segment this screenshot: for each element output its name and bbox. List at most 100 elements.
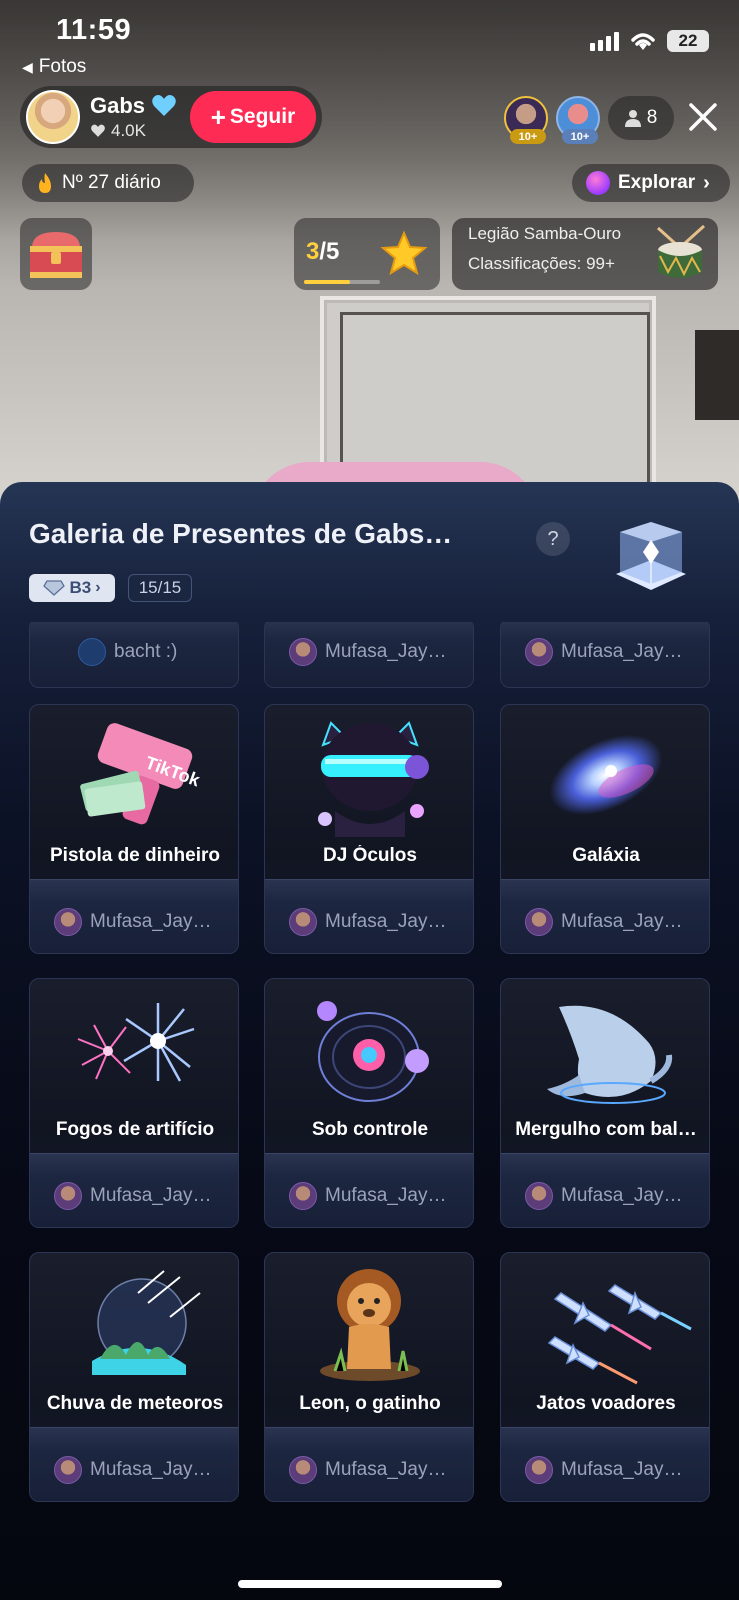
explore-button[interactable]: Explorar › — [572, 164, 730, 202]
gift-card[interactable]: Mergulho com bal… Mufasa_Jay… — [500, 978, 710, 1228]
sender-name: Mufasa_Jay… — [90, 1185, 212, 1206]
status-icons: 22 — [590, 30, 709, 52]
progress-current: 3 — [306, 238, 320, 265]
progress-track — [304, 280, 380, 284]
cell-signal-icon — [590, 31, 619, 51]
heart-icon — [91, 124, 105, 137]
gift-sender-bar: Mufasa_Jay… — [265, 1153, 473, 1227]
flame-icon — [39, 173, 51, 193]
gift-name: Leon, o gatinho — [299, 1393, 441, 1414]
chevron-right-icon: › — [703, 171, 710, 194]
gift-sender-bar: Mufasa_Jay… — [501, 879, 709, 953]
sender-name: Mufasa_Jay… — [561, 641, 683, 662]
top-viewer-avatar-2[interactable]: 10+ — [556, 96, 600, 144]
gift-sender: Mufasa_Jay… — [525, 1182, 682, 1210]
gift-sender: Mufasa_Jay… — [525, 908, 682, 936]
gift-sender-bar: Mufasa_Jay… — [501, 622, 709, 687]
gift-card[interactable]: Sob controle Mufasa_Jay… — [264, 978, 474, 1228]
star-icon — [380, 230, 428, 276]
status-time: 11:59 — [56, 14, 132, 46]
gift-card[interactable]: Leon, o gatinho Mufasa_Jay… — [264, 1252, 474, 1502]
gift-card-partial-3[interactable]: Mufasa_Jay… — [500, 622, 710, 688]
follow-button[interactable]: + Seguir — [190, 91, 316, 143]
gift-card[interactable]: Chuva de meteoros Mufasa_Jay… — [29, 1252, 239, 1502]
galaxy-icon — [549, 735, 663, 815]
host-avatar[interactable] — [26, 90, 80, 144]
sender-avatar — [525, 1182, 553, 1210]
sender-name: Mufasa_Jay… — [90, 911, 212, 932]
gift-sender: Mufasa_Jay… — [525, 1456, 682, 1484]
gift-card[interactable]: DJ Óculos Mufasa_Jay… — [264, 704, 474, 954]
sender-avatar — [54, 1182, 82, 1210]
daily-rank-pill[interactable]: Nº 27 diário — [22, 164, 194, 202]
gift-sender: Mufasa_Jay… — [525, 638, 682, 666]
task-progress-widget[interactable]: 3/5 — [294, 218, 440, 290]
legion-rank: Classificações: 99+ — [468, 254, 615, 273]
lion-cub-icon — [320, 1269, 420, 1381]
gift-sender-bar: Mufasa_Jay… — [30, 879, 238, 953]
sender-name: bacht :) — [114, 641, 178, 662]
sender-avatar — [78, 638, 106, 666]
back-app-label: Fotos — [38, 56, 87, 77]
drum-icon — [656, 224, 706, 278]
help-button[interactable]: ? — [536, 522, 570, 556]
gift-name: Chuva de meteoros — [46, 1393, 224, 1414]
crystal-cube-icon — [616, 522, 686, 590]
treasure-chest-icon — [30, 232, 82, 278]
battery-icon: 22 — [667, 30, 709, 52]
gift-name: Galáxia — [572, 845, 640, 866]
sender-name: Mufasa_Jay… — [325, 1459, 447, 1480]
gift-sender-bar: Mufasa_Jay… — [30, 1153, 238, 1227]
gift-sender: Mufasa_Jay… — [54, 908, 211, 936]
progress-fill — [304, 280, 350, 284]
gift-card[interactable]: TikTok Pistola de dinheiro Mufasa_Jay… — [29, 704, 239, 954]
gift-sender: Mufasa_Jay… — [54, 1182, 211, 1210]
gift-sender: Mufasa_Jay… — [289, 1182, 446, 1210]
sender-avatar — [289, 1456, 317, 1484]
treasure-chest-button[interactable] — [20, 218, 92, 290]
progress-counter: 3/5 — [306, 238, 339, 266]
close-icon[interactable] — [686, 100, 720, 134]
meteor-shower-icon — [92, 1270, 201, 1375]
top-viewer-avatar-1[interactable]: 10+ — [504, 96, 548, 144]
progress-total: /5 — [319, 238, 340, 265]
gift-card[interactable]: Jatos voadores Mufasa_Jay… — [500, 1252, 710, 1502]
jets-icon — [547, 1284, 692, 1385]
gift-card[interactable]: Fogos de artifício Mufasa_Jay… — [29, 978, 239, 1228]
sender-avatar — [525, 1456, 553, 1484]
gallery-level-badge[interactable]: B3 › — [29, 574, 115, 602]
gift-name: Sob controle — [311, 1119, 429, 1140]
sender-avatar — [525, 638, 553, 666]
sender-name: Mufasa_Jay… — [561, 1185, 683, 1206]
gift-sender-bar: Mufasa_Jay… — [265, 1427, 473, 1501]
gift-sender: Mufasa_Jay… — [289, 908, 446, 936]
fireworks-icon — [77, 1003, 195, 1082]
sender-name: Mufasa_Jay… — [325, 641, 447, 662]
sender-name: Mufasa_Jay… — [325, 1185, 447, 1206]
gift-card[interactable]: Galáxia Mufasa_Jay… — [500, 704, 710, 954]
viewer-level-badge-2: 10+ — [562, 129, 598, 144]
back-to-app-link[interactable]: ◀ Fotos — [22, 56, 86, 78]
gift-card-partial-1[interactable]: bacht :) — [29, 622, 239, 688]
whale-icon — [547, 1005, 673, 1104]
gift-name: DJ Óculos — [323, 845, 417, 866]
diamond-icon — [43, 580, 66, 596]
gift-card-partial-2[interactable]: Mufasa_Jay… — [264, 622, 474, 688]
host-name-row: Gabs — [90, 93, 177, 119]
sender-name: Mufasa_Jay… — [561, 911, 683, 932]
money-gun-icon: TikTok — [80, 723, 203, 825]
viewer-count-button[interactable]: 8 — [608, 96, 674, 140]
blue-heart-icon — [152, 95, 176, 116]
gift-sender-bar: Mufasa_Jay… — [501, 1153, 709, 1227]
home-indicator[interactable] — [238, 1580, 502, 1588]
chevron-right-icon: › — [95, 579, 101, 596]
gallery-level: B3 — [69, 578, 92, 597]
sender-name: Mufasa_Jay… — [325, 911, 447, 932]
gift-sender: Mufasa_Jay… — [289, 638, 446, 666]
legion-ranking-widget[interactable]: Legião Samba-Ouro Classificações: 99+ — [452, 218, 718, 290]
gift-sender-bar: bacht :) — [30, 622, 238, 687]
gift-sender: Mufasa_Jay… — [289, 1456, 446, 1484]
host-info-pill[interactable]: Gabs 4.0K + Seguir — [20, 86, 322, 148]
explore-label: Explorar — [618, 172, 696, 193]
daily-rank-label: Nº 27 diário — [62, 172, 161, 193]
